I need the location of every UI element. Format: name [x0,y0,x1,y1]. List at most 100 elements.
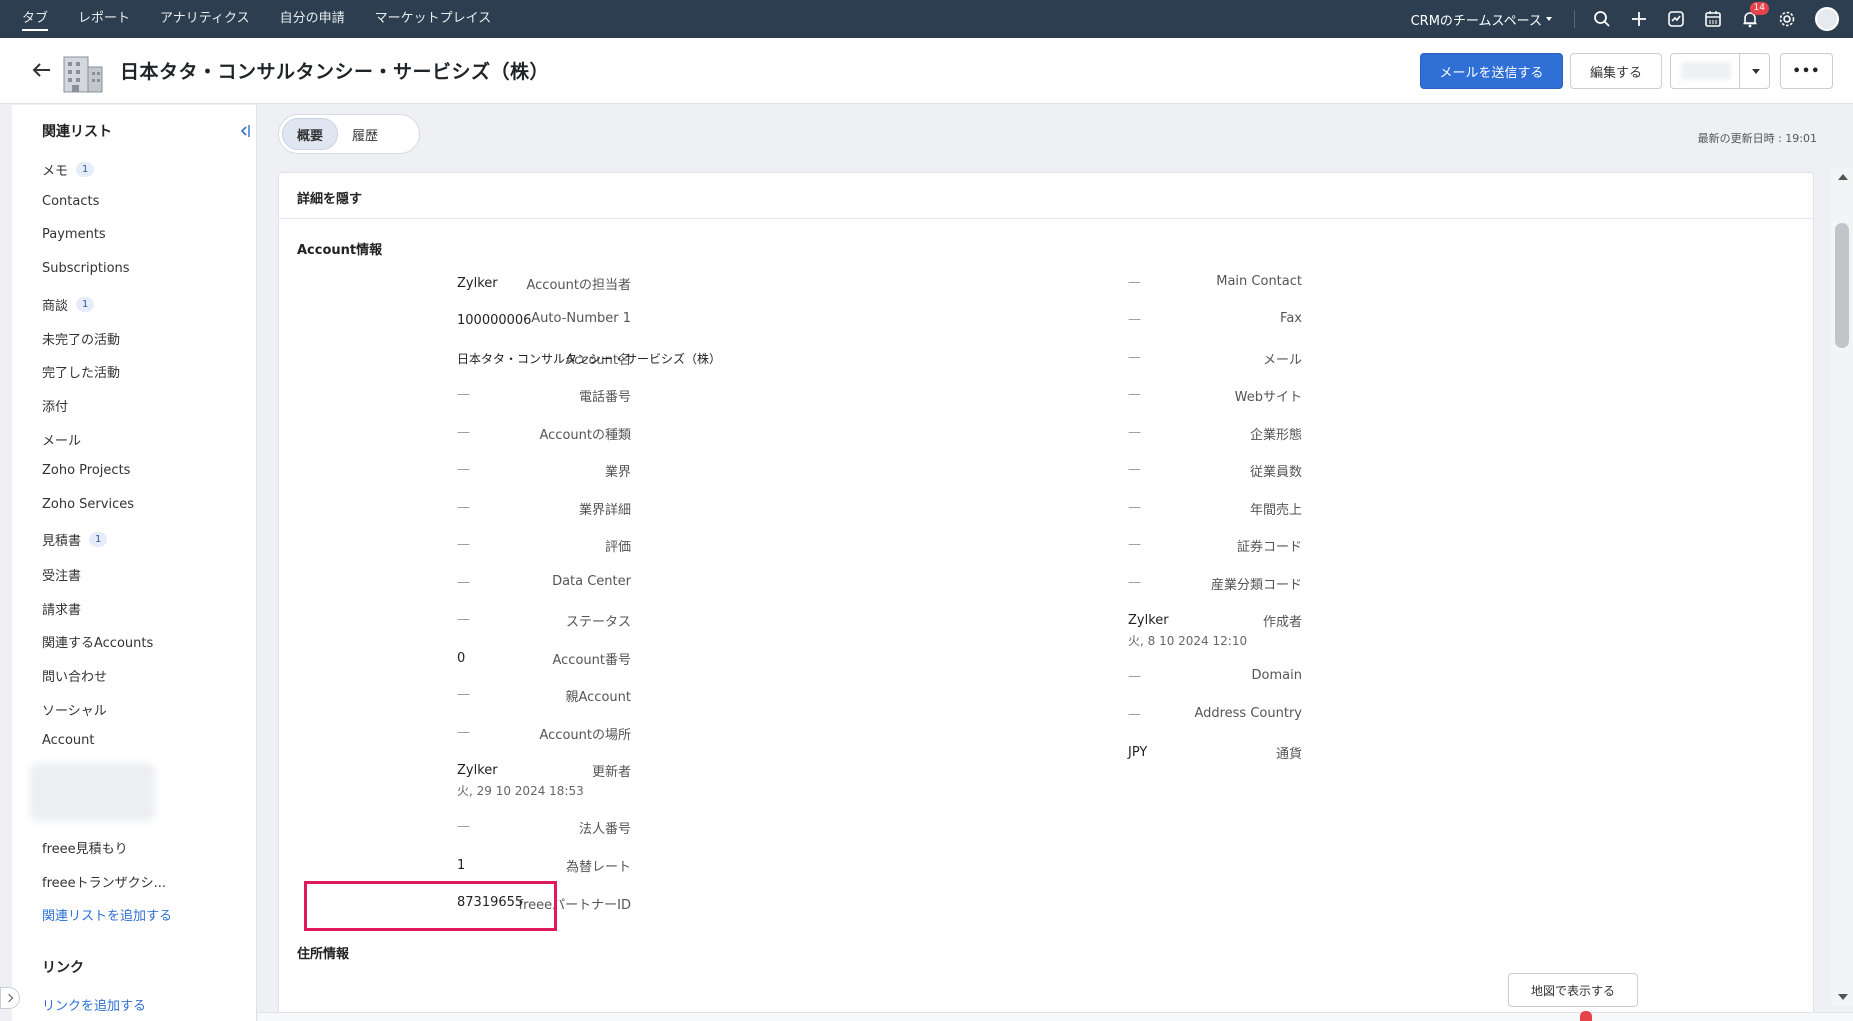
scroll-thumb[interactable] [1835,223,1849,348]
sidebar-item-attachments[interactable]: 添付 [42,396,68,415]
redacted-block [30,763,155,821]
sidebar-item-subscriptions[interactable]: Subscriptions [42,261,130,276]
field-value-account-site[interactable]: — [457,725,470,740]
sidebar-item-related-accounts[interactable]: 関連するAccounts [42,632,153,651]
sidebar-item-label: ソーシャル [42,704,107,719]
scroll-up-arrow-icon[interactable] [1838,174,1848,180]
tab-overview[interactable]: 概要 [282,118,339,150]
notification-badge: 14 [1749,2,1769,15]
field-value-rating[interactable]: — [457,537,470,552]
field-value-currency[interactable]: JPY [1128,745,1147,760]
sidebar-item-label: 未完了の活動 [42,333,121,348]
chevron-down-icon[interactable] [1752,69,1760,74]
field-value-account-name[interactable]: 日本タタ・コンサルタンシー・サービシズ（株） [457,350,721,367]
field-value-annual-revenue[interactable]: — [1128,500,1141,515]
sidebar-item-zoho-projects[interactable]: Zoho Projects [42,463,130,478]
field-value-owner[interactable]: Zylker [457,276,498,291]
field-value-data-center[interactable]: — [457,575,470,590]
add-related-list-link[interactable]: 関連リストを追加する [42,905,172,924]
field-value-status[interactable]: — [457,612,470,627]
vertical-scrollbar[interactable] [1831,168,1853,1006]
search-icon[interactable] [1593,10,1611,28]
sidebar-item-label: メール [42,434,82,449]
sidebar-item-zoho-services[interactable]: Zoho Services [42,497,134,512]
scroll-down-arrow-icon[interactable] [1838,994,1848,1000]
calendar-icon[interactable] [1704,10,1722,28]
collapse-sidebar-icon[interactable] [240,124,250,138]
record-header: 日本タタ・コンサルタンシー・サービシズ（株） メールを送信する 編集する ••• [0,38,1853,104]
gear-icon[interactable] [1778,10,1796,28]
field-value-created-by[interactable]: Zylker [1128,613,1169,628]
field-value-modified-by[interactable]: Zylker [457,763,498,778]
workspace-switcher[interactable]: CRMのチームスペース [1411,10,1552,29]
divider [1574,10,1575,28]
sidebar-item-sales-orders[interactable]: 受注書 [42,565,81,584]
field-value-main-contact[interactable]: — [1128,275,1141,290]
field-value-auto-number[interactable]: 100000006 [457,313,531,328]
back-arrow-icon[interactable] [30,58,54,82]
sidebar-item-label: 完了した活動 [42,366,121,381]
nav-tab-reports[interactable]: レポート [78,0,130,38]
edit-button[interactable]: 編集する [1570,53,1662,89]
divider [1739,54,1740,88]
sidebar-item-freee-quotes[interactable]: freee見積もり [42,838,128,857]
field-value-account-number[interactable]: 0 [457,651,465,666]
nav-tab-tabs[interactable]: タブ [22,0,49,38]
sidebar-item-memo[interactable]: メモ 1 [42,160,95,179]
field-value-exchange-rate[interactable]: 1 [457,858,465,873]
bottom-badge [1580,1011,1592,1021]
send-email-button[interactable]: メールを送信する [1420,53,1563,89]
field-value-address-country[interactable]: — [1128,707,1141,722]
action-split-button[interactable] [1670,53,1770,89]
field-value-employees[interactable]: — [1128,462,1141,477]
field-value-ownership[interactable]: — [1128,425,1141,440]
sidebar-item-open-activities[interactable]: 未完了の活動 [42,329,120,348]
field-value-phone[interactable]: — [457,387,470,402]
plus-icon[interactable] [1630,10,1648,28]
sidebar-item-freee-transactions[interactable]: freeeトランザクシ... [42,872,166,891]
avatar[interactable] [1815,7,1839,31]
field-value-industry[interactable]: — [457,462,470,477]
sidebar-item-quotes[interactable]: 見積書 1 [42,530,108,549]
nav-tab-my-requests[interactable]: 自分の申請 [280,0,345,38]
sidebar-item-deals[interactable]: 商談 1 [42,295,95,314]
nav-tab-analytics[interactable]: アナリティクス [160,0,250,38]
sidebar-item-label: 添付 [42,400,69,415]
sidebar-item-social[interactable]: ソーシャル [42,700,107,719]
more-options-button[interactable]: ••• [1780,53,1833,89]
sidebar-item-invoices[interactable]: 請求書 [42,599,81,618]
view-map-button[interactable]: 地図で表示する [1508,973,1638,1007]
highlight-box [304,881,557,931]
page-title: 日本タタ・コンサルタンシー・サービシズ（株） [120,61,550,83]
sidebar-heading: 関連リスト [42,124,112,140]
field-value-account-type[interactable]: — [457,425,470,440]
field-value-industry-detail[interactable]: — [457,500,470,515]
sidebar-item-label: freee見積もり [42,842,128,857]
sidebar-item-label: freeeトランザクシ... [42,876,167,891]
sidebar-item-payments[interactable]: Payments [42,227,106,242]
sidebar-item-closed-activities[interactable]: 完了した活動 [42,362,120,381]
field-value-ticker[interactable]: — [1128,537,1141,552]
field-value-website[interactable]: — [1128,387,1141,402]
sidebar-item-label: Zoho Projects [42,463,131,478]
sidebar-item-emails[interactable]: メール [42,430,81,449]
field-value-parent-account[interactable]: — [457,687,470,702]
sidebar-item-label: Subscriptions [42,261,130,276]
field-value-fax[interactable]: — [1128,312,1141,327]
nav-tab-marketplace[interactable]: マーケットプレイス [375,0,492,38]
field-value-domain[interactable]: — [1128,669,1141,684]
related-list-sidebar: 関連リスト メモ 1 Contacts Payments Subscription… [12,105,257,1021]
sidebar-item-label: Account [42,733,95,748]
sidebar-item-cases[interactable]: 問い合わせ [42,666,107,685]
field-value-email[interactable]: — [1128,350,1141,365]
sidebar-item-label: Contacts [42,194,100,209]
bell-icon[interactable]: 14 [1741,2,1769,28]
hide-details-toggle[interactable]: 詳細を隠す [297,188,362,207]
field-value-sic-code[interactable]: — [1128,575,1141,590]
tab-timeline[interactable]: 履歴 [338,118,392,150]
activity-icon[interactable] [1667,10,1685,28]
sidebar-item-account[interactable]: Account [42,733,95,748]
sidebar-item-contacts[interactable]: Contacts [42,194,99,209]
field-value-corporate-number[interactable]: — [457,819,470,834]
add-link-link[interactable]: リンクを追加する [42,995,146,1014]
